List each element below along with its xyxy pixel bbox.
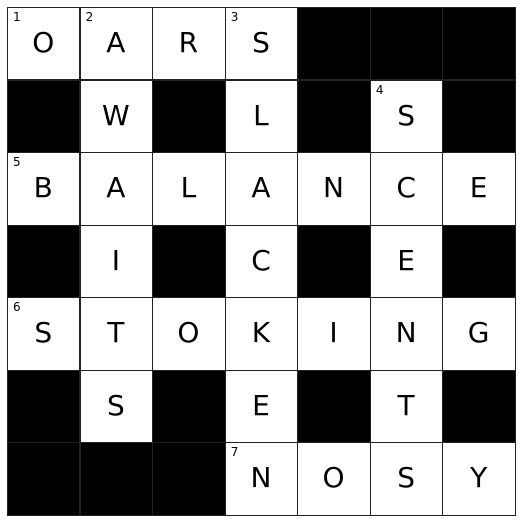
black-cell-marker: # [321,388,346,422]
cell-letter: T [397,388,415,422]
cell-letter: N [395,316,417,350]
cell-letter: N [323,171,344,205]
cell-letter: G [467,316,490,350]
black-cell-marker: # [321,98,346,132]
cell-letter: I [111,243,120,277]
cell-letter: S [397,461,415,495]
cell-letter: S [397,98,415,132]
black-cell-marker: # [176,461,201,495]
grid-row-letters: O A R S # # # [7,7,515,80]
black-cell-marker: # [31,98,56,132]
cell-letter: S [34,316,53,350]
cell-letter: S [252,26,270,59]
cell-letter: L [180,171,197,205]
cell-letter: T [107,316,125,350]
black-cell-marker: # [466,98,491,132]
black-cell-marker: # [176,243,201,277]
black-cell-marker: # [321,26,346,59]
crossword-grid: 1 2 3 O A R S # # #4 # W # L # S #5 B A L A N C E # I # C # E #6 S T O K I N… [7,7,516,516]
cell-letter: A [251,171,271,205]
cell-letter: O [32,26,55,59]
black-cell-marker: # [31,243,56,277]
cell-letter: S [106,388,125,422]
black-cell-marker: # [394,26,418,59]
grid-row-letters: STOKING [7,297,515,370]
black-cell-marker: # [321,243,346,277]
cell-letter: I [329,316,338,350]
cell-letter: W [102,98,130,132]
grid-row-letters: # I # C # E # [7,225,515,298]
black-cell-marker: # [466,388,491,422]
black-cell-marker: # [466,26,491,59]
cell-letter: O [322,461,345,495]
cell-letter: E [469,171,488,205]
cell-letter: B [33,171,53,205]
cell-letter: A [106,171,126,205]
grid-row-letters: # # # N O S Y [7,442,515,515]
cell-letter: O [177,316,200,350]
black-cell-marker: # [31,388,56,422]
black-cell-marker: # [31,461,56,495]
grid-row-letters: # S # E # T # [7,370,515,443]
black-cell-marker: # [104,461,128,495]
grid-row-letters: BALANCE [7,152,515,225]
cell-letter: E [397,243,415,277]
cell-letter: C [396,171,416,205]
cell-letter: K [251,316,271,350]
black-cell-marker: # [176,388,201,422]
cell-letter: A [106,26,126,59]
cell-letter: L [253,98,269,132]
black-cell-marker: # [176,98,201,132]
grid-row-letters: # W # L # S # [7,80,515,153]
cell-letter: N [250,461,272,495]
cell-letter: C [251,243,271,277]
cell-letter: Y [470,461,488,495]
black-cell-marker: # [466,243,491,277]
cell-letter: E [252,388,270,422]
cell-letter: R [178,26,199,59]
